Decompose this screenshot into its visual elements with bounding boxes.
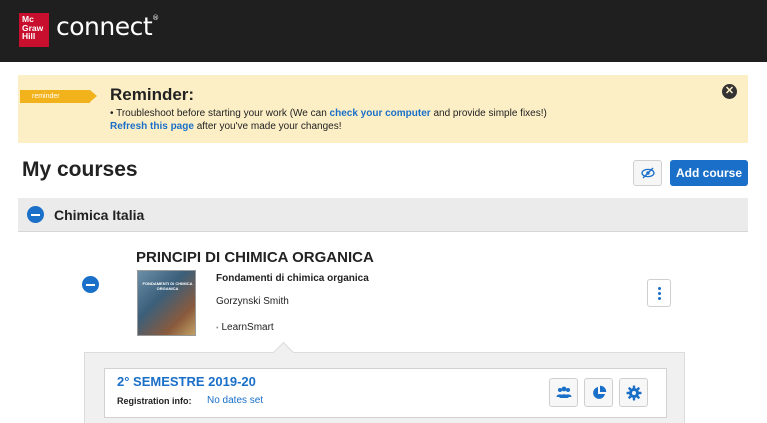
kebab-dot	[658, 287, 661, 290]
reminder-text: and provide simple fixes!)	[430, 108, 547, 119]
reminder-title: Reminder:	[110, 85, 195, 104]
book-cover-image: FONDAMENTI DI CHIMICA ORGANICA	[137, 270, 196, 336]
check-computer-link[interactable]: check your computer	[330, 108, 431, 119]
pie-chart-icon	[593, 385, 607, 399]
product-item: • LearnSmart	[216, 322, 274, 333]
panel-caret	[272, 341, 295, 364]
brand-name[interactable]: connect®	[56, 12, 159, 41]
page-title: My courses	[22, 158, 138, 181]
logo-line: Hill	[22, 31, 36, 41]
reminder-text: after you've made your changes!	[193, 121, 342, 132]
book-author: Gorzynski Smith	[216, 296, 289, 307]
registration-label: Registration info:	[117, 396, 192, 406]
course-menu-button[interactable]	[647, 279, 671, 307]
gear-icon	[626, 385, 642, 401]
reminder-banner: reminder Reminder: • Troubleshoot before…	[18, 75, 748, 143]
reminder-line-1: • Troubleshoot before starting your work…	[110, 108, 547, 119]
section-card: 2° SEMESTRE 2019-20 Registration info: N…	[104, 368, 667, 418]
users-icon	[556, 386, 572, 398]
reminder-text: • Troubleshoot before starting your work…	[110, 108, 330, 119]
registration-dates-link[interactable]: No dates set	[207, 395, 263, 406]
collapse-group-icon[interactable]	[27, 206, 44, 223]
course-group-header[interactable]: Chimica Italia	[18, 198, 748, 232]
reports-button[interactable]	[584, 378, 613, 407]
top-bar: Mc Graw Hill connect®	[0, 0, 767, 62]
close-icon[interactable]: ✕	[722, 84, 737, 99]
kebab-dot	[658, 297, 661, 300]
collapse-course-icon[interactable]	[82, 276, 99, 293]
book-title: Fondamenti di chimica organica	[216, 273, 369, 284]
add-course-button[interactable]: Add course	[670, 160, 748, 186]
section-title[interactable]: 2° SEMESTRE 2019-20	[117, 374, 256, 389]
bullet-icon: •	[216, 325, 219, 332]
reminder-line-2: Refresh this page after you've made your…	[110, 121, 341, 132]
toggle-visibility-button[interactable]	[633, 160, 662, 186]
students-button[interactable]	[549, 378, 578, 407]
product-name: LearnSmart	[221, 322, 274, 333]
reminder-tag: reminder	[20, 90, 97, 103]
cover-title: FONDAMENTI DI CHIMICA ORGANICA	[142, 281, 193, 291]
group-title: Chimica Italia	[54, 207, 145, 223]
brand-mark: ®	[152, 14, 159, 22]
brand-text: connect	[56, 12, 153, 41]
mcgraw-hill-logo[interactable]: Mc Graw Hill	[19, 13, 49, 47]
kebab-dot	[658, 292, 661, 295]
course-title[interactable]: PRINCIPI DI CHIMICA ORGANICA	[136, 249, 374, 266]
eye-slash-icon	[641, 167, 655, 179]
refresh-page-link[interactable]: Refresh this page	[110, 121, 194, 132]
section-settings-button[interactable]	[619, 378, 648, 407]
